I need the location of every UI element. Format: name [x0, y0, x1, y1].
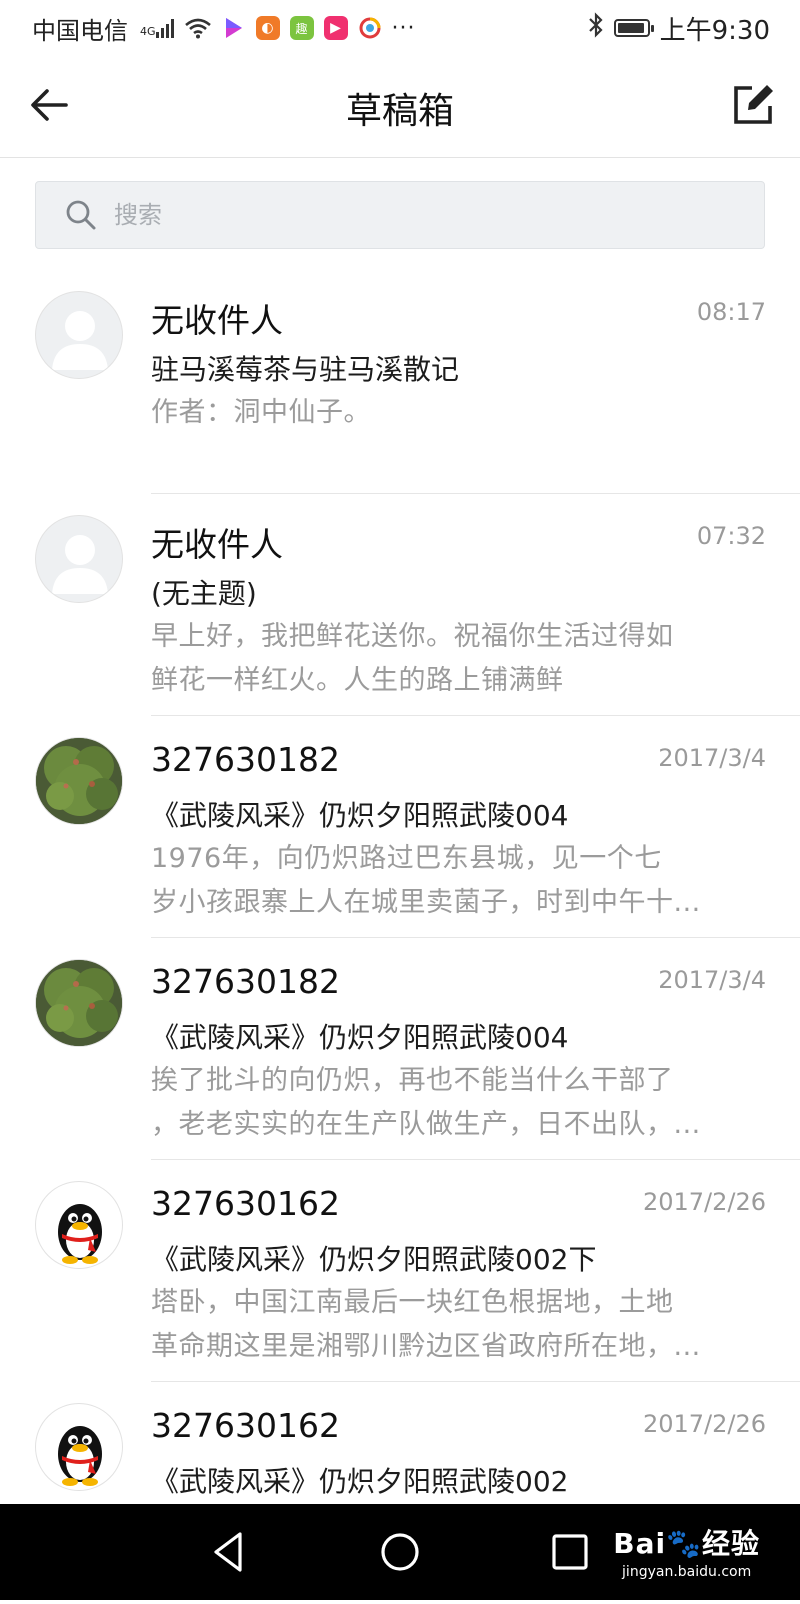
draft-preview: 挨了批斗的向仍炽，再也不能当什么干部了 ，老老实实的在生产队做生产，日不出队，.… — [151, 1065, 701, 1140]
status-time: 上午9:30 — [659, 15, 770, 46]
battery-icon — [613, 19, 654, 37]
draft-subject: 《武陵风采》仍炽夕阳照武陵002下 — [151, 1243, 597, 1276]
qu-app-icon: 趣 — [289, 16, 314, 40]
more-notifications: ··· — [391, 15, 416, 41]
tree-photo-avatar — [35, 959, 123, 1047]
baidu-jingyan-watermark: Bai🐾经验 jingyan.baidu.com — [613, 1527, 760, 1580]
draft-subject: (无主题) — [151, 577, 257, 610]
draft-recipient: 327630162 — [151, 1406, 340, 1445]
compose-icon — [734, 85, 773, 124]
triangle-back-icon — [214, 1532, 242, 1572]
draft-time: 2017/3/4 — [658, 966, 766, 994]
list-item[interactable]: 无收件人 08:17 驻马溪莓茶与驻马溪散记 作者：洞中仙子。 — [0, 270, 800, 494]
list-item[interactable]: 327630162 2017/2/26 《武陵风采》仍炽夕阳照武陵002下 塔卧… — [0, 1160, 800, 1382]
draft-recipient: 327630162 — [151, 1184, 340, 1223]
draft-time: 2017/2/26 — [642, 1188, 766, 1216]
nav-home-button[interactable] — [376, 1528, 424, 1576]
tree-photo-avatar — [35, 737, 123, 825]
draft-subject: 《武陵风采》仍炽夕阳照武陵004 — [151, 799, 569, 832]
page-title: 草稿箱 — [345, 91, 454, 132]
draft-recipient: 无收件人 — [151, 301, 283, 340]
bluetooth-icon — [588, 12, 604, 44]
list-item[interactable]: 无收件人 07:32 (无主题) 早上好，我把鲜花送你。祝福你生活过得如 鲜花一… — [0, 494, 800, 716]
weibo-app-icon — [358, 16, 382, 40]
default-person-avatar — [35, 291, 123, 379]
draft-preview: 作者：洞中仙子。 — [151, 397, 371, 428]
nav-back-button[interactable] — [206, 1528, 254, 1576]
search-bar[interactable] — [35, 181, 765, 249]
uc-browser-icon: ◐ — [255, 16, 280, 40]
network-type: 4G — [138, 18, 174, 38]
default-person-avatar — [35, 515, 123, 603]
status-bar: 中国电信 4G ◐ 趣 ▶ ··· 上午9:30 — [0, 0, 800, 56]
draft-preview: 早上好，我把鲜花送你。祝福你生活过得如 鲜花一样红火。人生的路上铺满鲜 — [151, 621, 674, 696]
list-item[interactable]: 327630182 2017/3/4 《武陵风采》仍炽夕阳照武陵004 挨了批斗… — [0, 938, 800, 1160]
app-header: 草稿箱 — [0, 56, 800, 158]
draft-list: 无收件人 08:17 驻马溪莓茶与驻马溪散记 作者：洞中仙子。 无收件人 07:… — [0, 270, 800, 1604]
qq-penguin-avatar — [35, 1403, 123, 1491]
wifi-icon — [184, 18, 211, 39]
compose-button[interactable] — [732, 84, 774, 126]
draft-preview: 塔卧，中国江南最后一块红色根据地，土地 革命期这里是湘鄂川黔边区省政府所在地，.… — [151, 1287, 701, 1362]
square-recents-icon — [552, 1534, 588, 1570]
list-item[interactable]: 327630182 2017/3/4 《武陵风采》仍炽夕阳照武陵004 1976… — [0, 716, 800, 938]
search-icon — [66, 200, 96, 230]
camera-app-icon: ▶ — [323, 16, 348, 40]
draft-recipient: 327630182 — [151, 962, 340, 1001]
circle-home-icon — [381, 1533, 419, 1571]
draft-time: 2017/3/4 — [658, 744, 766, 772]
nav-recents-button[interactable] — [546, 1528, 594, 1576]
search-input[interactable] — [112, 200, 676, 230]
draft-time: 07:32 — [696, 522, 766, 550]
draft-preview: 1976年，向仍炽路过巴东县城，见一个七 岁小孩跟寨上人在城里卖菌子，时到中午十… — [151, 843, 701, 918]
qq-penguin-avatar — [35, 1181, 123, 1269]
draft-recipient: 327630182 — [151, 740, 340, 779]
carrier-name: 中国电信 — [32, 16, 128, 45]
draft-time: 08:17 — [696, 298, 766, 326]
draft-subject: 《武陵风采》仍炽夕阳照武陵004 — [151, 1021, 569, 1054]
system-nav-bar: Bai🐾经验 jingyan.baidu.com — [0, 1504, 800, 1600]
draft-time: 2017/2/26 — [642, 1410, 766, 1438]
signal-icon — [155, 18, 174, 38]
video-app-icon — [222, 16, 246, 40]
draft-recipient: 无收件人 — [151, 525, 283, 564]
draft-subject: 驻马溪莓茶与驻马溪散记 — [151, 353, 460, 386]
draft-subject: 《武陵风采》仍炽夕阳照武陵002 — [151, 1465, 569, 1498]
